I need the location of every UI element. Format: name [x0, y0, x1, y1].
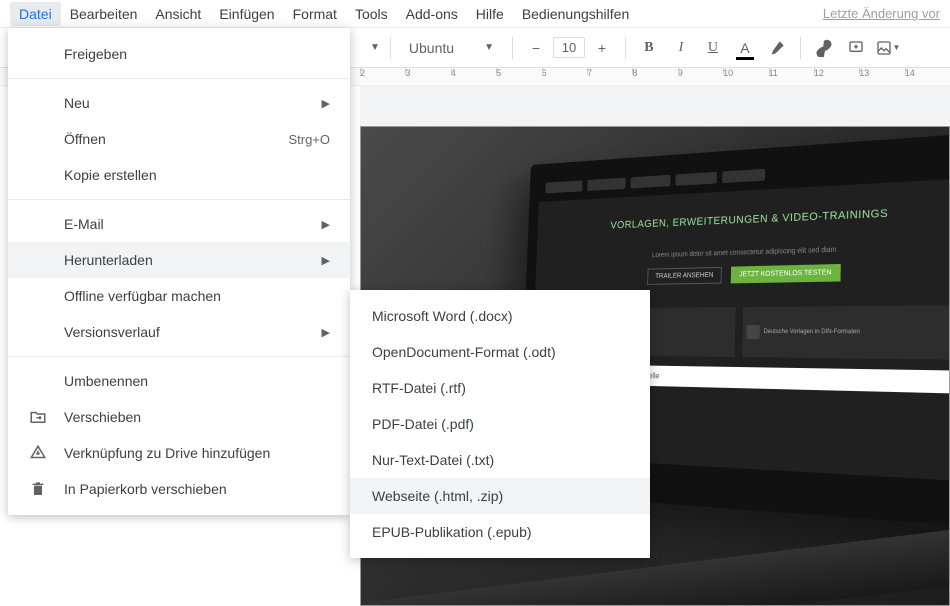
- file-menu-new-label: Neu: [64, 95, 90, 111]
- file-menu-add-shortcut[interactable]: Verknüpfung zu Drive hinzufügen: [8, 435, 350, 471]
- file-menu-email[interactable]: E-Mail ▶: [8, 206, 350, 242]
- underline-button[interactable]: U: [700, 35, 726, 61]
- font-size-input[interactable]: 10: [553, 37, 585, 58]
- file-menu-make-copy[interactable]: Kopie erstellen: [8, 157, 350, 193]
- menu-hilfe[interactable]: Hilfe: [467, 2, 513, 26]
- bold-button[interactable]: B: [636, 35, 662, 61]
- file-menu-share-label: Freigeben: [64, 46, 127, 62]
- ruler-tick: 14: [905, 68, 950, 78]
- menu-tools[interactable]: Tools: [346, 2, 397, 26]
- menu-separator: [8, 199, 350, 200]
- menu-separator: [8, 78, 350, 79]
- font-size-controls: − 10 +: [523, 35, 615, 61]
- menu-accessibility[interactable]: Bedienungshilfen: [513, 2, 638, 26]
- ruler-tick: 5: [496, 68, 541, 78]
- highlighter-icon: [769, 40, 785, 56]
- submenu-arrow-icon: ▶: [322, 254, 330, 267]
- ruler-tick: 12: [814, 68, 859, 78]
- submenu-arrow-icon: ▶: [322, 218, 330, 231]
- file-menu-move[interactable]: Verschieben: [8, 399, 350, 435]
- ruler-tick: 6: [542, 68, 587, 78]
- insert-image-button[interactable]: ▼: [875, 35, 901, 61]
- drive-shortcut-icon: [28, 443, 48, 463]
- file-menu-rename-label: Umbenennen: [64, 373, 148, 389]
- font-family-picker[interactable]: Ubuntu ▼: [401, 40, 502, 56]
- file-menu-open-shortcut: Strg+O: [288, 132, 330, 147]
- download-docx[interactable]: Microsoft Word (.docx): [350, 298, 650, 334]
- file-menu-offline-label: Offline verfügbar machen: [64, 288, 221, 304]
- file-menu-version-history-label: Versionsverlauf: [64, 324, 160, 340]
- menu-separator: [8, 356, 350, 357]
- toolbar-separator: [800, 37, 801, 59]
- download-rtf[interactable]: RTF-Datei (.rtf): [350, 370, 650, 406]
- file-menu-trash-label: In Papierkorb verschieben: [64, 481, 227, 497]
- submenu-arrow-icon: ▶: [322, 326, 330, 339]
- submenu-arrow-icon: ▶: [322, 97, 330, 110]
- file-menu-open[interactable]: Öffnen Strg+O: [8, 121, 350, 157]
- file-menu-add-shortcut-label: Verknüpfung zu Drive hinzufügen: [64, 445, 270, 461]
- file-menu-share[interactable]: Freigeben: [8, 36, 350, 72]
- menu-bearbeiten[interactable]: Bearbeiten: [61, 2, 147, 26]
- menu-datei[interactable]: Datei: [10, 2, 61, 26]
- menu-einfuegen[interactable]: Einfügen: [210, 2, 283, 26]
- file-menu-download[interactable]: Herunterladen ▶: [8, 242, 350, 278]
- text-color-button[interactable]: A: [732, 35, 758, 61]
- toolbar-separator: [625, 37, 626, 59]
- file-menu-make-copy-label: Kopie erstellen: [64, 167, 157, 183]
- folder-move-icon: [28, 407, 48, 427]
- font-size-increase-button[interactable]: +: [589, 35, 615, 61]
- file-menu-open-label: Öffnen: [64, 131, 106, 147]
- italic-button[interactable]: I: [668, 35, 694, 61]
- download-odt[interactable]: OpenDocument-Format (.odt): [350, 334, 650, 370]
- download-html[interactable]: Webseite (.html, .zip): [350, 478, 650, 514]
- file-menu-email-label: E-Mail: [64, 216, 104, 232]
- menubar: Datei Bearbeiten Ansicht Einfügen Format…: [0, 0, 950, 28]
- insert-comment-button[interactable]: [843, 35, 869, 61]
- file-menu-download-label: Herunterladen: [64, 252, 153, 268]
- font-size-decrease-button[interactable]: −: [523, 35, 549, 61]
- ruler-tick: 7: [587, 68, 632, 78]
- toolbar-separator: [390, 37, 391, 59]
- menu-ansicht[interactable]: Ansicht: [146, 2, 210, 26]
- image-icon: [876, 40, 892, 56]
- ruler-tick: 10: [723, 68, 768, 78]
- file-menu-trash[interactable]: In Papierkorb verschieben: [8, 471, 350, 507]
- site-card-2: Deutsche Vorlagen in DIN-Formaten: [763, 329, 859, 335]
- font-family-label: Ubuntu: [409, 40, 454, 56]
- menu-addons[interactable]: Add-ons: [397, 2, 467, 26]
- ruler-tick: 3: [405, 68, 450, 78]
- ruler-tick: 2: [360, 68, 405, 78]
- site-test-button: JETZT KOSTENLOS TESTEN: [731, 264, 841, 283]
- ruler-tick: 13: [859, 68, 904, 78]
- comment-plus-icon: [848, 40, 864, 56]
- ruler-tick: 8: [632, 68, 677, 78]
- font-family-caret-icon: ▼: [484, 42, 494, 53]
- ruler-tick: 4: [451, 68, 496, 78]
- highlight-color-button[interactable]: [764, 35, 790, 61]
- file-menu: Freigeben Neu ▶ Öffnen Strg+O Kopie erstel…: [8, 28, 350, 515]
- site-trailer-button: TRAILER ANSEHEN: [647, 267, 722, 285]
- ruler-tick: 9: [678, 68, 723, 78]
- download-epub[interactable]: EPUB-Publikation (.epub): [350, 514, 650, 550]
- menu-format[interactable]: Format: [284, 2, 346, 26]
- insert-link-button[interactable]: [811, 35, 837, 61]
- link-icon: [815, 39, 833, 57]
- download-pdf[interactable]: PDF-Datei (.pdf): [350, 406, 650, 442]
- file-menu-rename[interactable]: Umbenennen: [8, 363, 350, 399]
- file-menu-move-label: Verschieben: [64, 409, 141, 425]
- trash-icon: [28, 479, 48, 499]
- download-txt[interactable]: Nur-Text-Datei (.txt): [350, 442, 650, 478]
- last-edit-link[interactable]: Letzte Änderung vor: [823, 6, 940, 21]
- download-submenu: Microsoft Word (.docx) OpenDocument-Form…: [350, 290, 650, 558]
- ruler-tick: 11: [769, 68, 814, 78]
- style-dropdown-caret-icon[interactable]: ▼: [370, 42, 380, 53]
- toolbar-separator: [512, 37, 513, 59]
- file-menu-new[interactable]: Neu ▶: [8, 85, 350, 121]
- file-menu-version-history[interactable]: Versionsverlauf ▶: [8, 314, 350, 350]
- file-menu-offline[interactable]: Offline verfügbar machen: [8, 278, 350, 314]
